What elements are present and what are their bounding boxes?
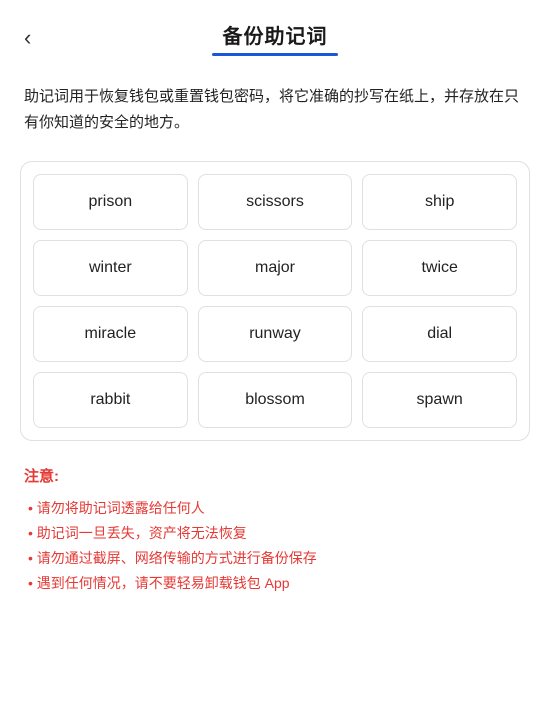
- notice-item: 请勿通过截屏、网络传输的方式进行备份保存: [24, 546, 526, 571]
- mnemonic-cell: blossom: [198, 372, 353, 428]
- mnemonic-cell: major: [198, 240, 353, 296]
- description-text: 助记词用于恢复钱包或重置钱包密码，将它准确的抄写在纸上，并存放在只有你知道的安全…: [0, 66, 550, 137]
- mnemonic-cell: dial: [362, 306, 517, 362]
- mnemonic-cell: spawn: [362, 372, 517, 428]
- mnemonic-cell: winter: [33, 240, 188, 296]
- title-underline-decoration: [212, 53, 338, 56]
- notice-title: 注意:: [24, 465, 526, 486]
- title-wrapper: 备份助记词: [223, 20, 328, 56]
- notice-section: 注意: 请勿将助记词透露给任何人助记词一旦丢失，资产将无法恢复请勿通过截屏、网络…: [0, 465, 550, 597]
- notice-item: 遇到任何情况，请不要轻易卸载钱包 App: [24, 571, 526, 596]
- mnemonic-grid-wrapper: prisonscissorsship wintermajortwice miracl…: [20, 161, 530, 441]
- page-title: 备份助记词: [223, 20, 328, 49]
- notice-item: 请勿将助记词透露给任何人: [24, 496, 526, 521]
- notice-item: 助记词一旦丢失，资产将无法恢复: [24, 521, 526, 546]
- mnemonic-cell: ship: [362, 174, 517, 230]
- header: ‹ 备份助记词: [0, 0, 550, 66]
- mnemonic-cell: runway: [198, 306, 353, 362]
- back-button[interactable]: ‹: [24, 27, 31, 49]
- mnemonic-cell: prison: [33, 174, 188, 230]
- mnemonic-cell: scissors: [198, 174, 353, 230]
- mnemonic-cell: rabbit: [33, 372, 188, 428]
- mnemonic-grid: prisonscissorsship wintermajortwice miracl…: [33, 174, 517, 428]
- mnemonic-cell: twice: [362, 240, 517, 296]
- notice-list: 请勿将助记词透露给任何人助记词一旦丢失，资产将无法恢复请勿通过截屏、网络传输的方…: [24, 496, 526, 597]
- mnemonic-cell: miracle: [33, 306, 188, 362]
